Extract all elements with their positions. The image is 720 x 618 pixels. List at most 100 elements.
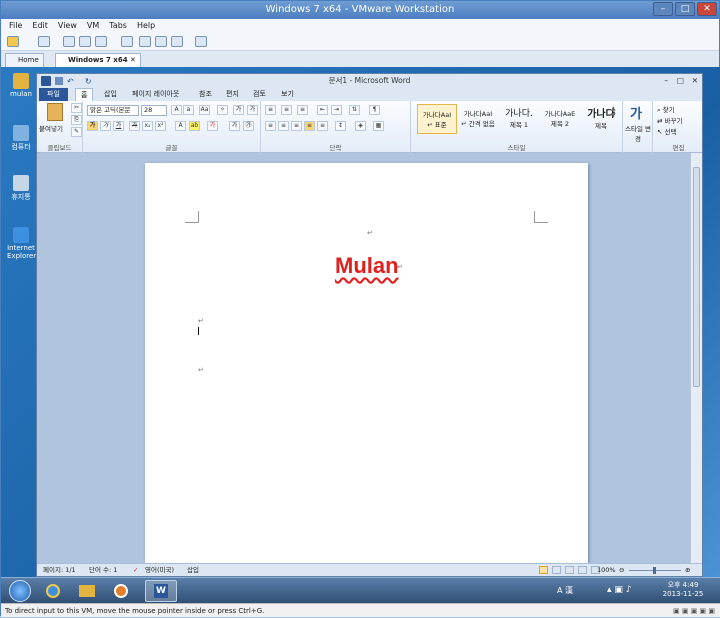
tab-review[interactable]: 검토: [248, 88, 271, 101]
menu-vm[interactable]: VM: [87, 19, 99, 33]
word-maximize-button[interactable]: □: [677, 74, 684, 88]
numbering-icon[interactable]: ≡: [281, 105, 292, 115]
tab-home-ribbon[interactable]: 홈: [75, 88, 94, 101]
tab-windows7[interactable]: Windows 7 x64 ✕: [55, 53, 141, 67]
thumbnail-bar-icon[interactable]: [195, 36, 207, 47]
show-library-icon[interactable]: [121, 36, 133, 47]
font-color-icon[interactable]: 가: [207, 121, 218, 131]
select-button[interactable]: ↖ 선택: [657, 126, 677, 136]
grow-font-icon[interactable]: A: [171, 105, 182, 115]
close-tab-icon[interactable]: ✕: [130, 56, 136, 64]
desktop-icon-mulan[interactable]: mulan: [7, 73, 35, 98]
cut-icon[interactable]: ✂: [71, 103, 82, 113]
clear-format-icon[interactable]: ✧: [217, 105, 228, 115]
tab-mailings[interactable]: 편지: [221, 88, 244, 101]
word-close-button[interactable]: ✕: [692, 74, 698, 88]
underline-icon[interactable]: 가: [113, 121, 124, 131]
highlight-icon[interactable]: ab: [189, 121, 200, 131]
taskbar-explorer[interactable]: [73, 581, 101, 601]
taskbar-media-player[interactable]: [107, 581, 135, 601]
taskbar-word[interactable]: W: [145, 580, 177, 602]
start-button[interactable]: [9, 580, 31, 602]
full-screen-reading-icon[interactable]: [552, 566, 561, 574]
proofing-icon[interactable]: ✓: [133, 564, 138, 577]
save-icon[interactable]: [55, 77, 63, 85]
send-ctrl-alt-del-icon[interactable]: [38, 36, 50, 47]
font-size-select[interactable]: 28: [141, 105, 167, 116]
menu-tabs[interactable]: Tabs: [109, 19, 127, 33]
borders-icon[interactable]: ▦: [373, 121, 384, 131]
format-painter-icon[interactable]: ✎: [71, 127, 82, 137]
tab-insert[interactable]: 삽입: [99, 88, 122, 101]
close-button[interactable]: ✕: [697, 2, 717, 16]
undo-icon[interactable]: ↶: [67, 75, 74, 89]
align-right-icon[interactable]: ≡: [291, 121, 302, 131]
replace-button[interactable]: ⇄ 바꾸기: [657, 115, 682, 125]
font-name-select[interactable]: 맑은 고딕(본문: [87, 105, 139, 116]
tab-home[interactable]: Home: [5, 53, 44, 67]
tab-file[interactable]: 파일: [39, 88, 68, 101]
find-button[interactable]: ⌕ 찾기: [657, 104, 675, 115]
language-indicator[interactable]: 영어(미국): [145, 564, 174, 577]
justify-icon[interactable]: ≡: [304, 121, 315, 131]
distribute-icon[interactable]: ≡: [317, 121, 328, 131]
web-layout-icon[interactable]: [565, 566, 574, 574]
page-count[interactable]: 페이지: 1/1: [43, 564, 76, 577]
subscript-icon[interactable]: x₂: [142, 121, 153, 131]
decrease-indent-icon[interactable]: ⇤: [317, 105, 328, 115]
char-shading-icon[interactable]: 가: [229, 121, 240, 131]
enclose-char-icon[interactable]: ㉮: [243, 121, 254, 131]
tray-icons[interactable]: ▴ ▣ ♪: [607, 585, 632, 595]
tab-view[interactable]: 보기: [276, 88, 299, 101]
menu-help[interactable]: Help: [137, 19, 155, 33]
phonetic-guide-icon[interactable]: 가: [233, 105, 244, 115]
shrink-font-icon[interactable]: a: [183, 105, 194, 115]
snapshot-manager-icon[interactable]: [95, 36, 107, 47]
vertical-scrollbar[interactable]: [690, 153, 702, 565]
bullets-icon[interactable]: ≡: [265, 105, 276, 115]
char-border-icon[interactable]: 가: [247, 105, 258, 115]
style-heading1[interactable]: 가나다. 제목 1: [499, 104, 539, 134]
outline-icon[interactable]: [578, 566, 587, 574]
word-app-icon[interactable]: [41, 76, 51, 86]
revert-snapshot-icon[interactable]: [79, 36, 91, 47]
unity-icon[interactable]: [155, 36, 167, 47]
paste-button[interactable]: 붙여넣기: [39, 123, 63, 133]
zoom-slider-thumb[interactable]: [653, 567, 656, 574]
paste-icon[interactable]: [47, 103, 63, 121]
maximize-button[interactable]: □: [675, 2, 695, 16]
console-view-icon[interactable]: [171, 36, 183, 47]
superscript-icon[interactable]: x²: [155, 121, 166, 131]
zoom-in-icon[interactable]: ⊕: [685, 564, 690, 577]
style-heading2[interactable]: 가나다AaE 제목 2: [540, 104, 580, 134]
power-icon[interactable]: [7, 36, 19, 47]
full-screen-icon[interactable]: [139, 36, 151, 47]
taskbar-ie[interactable]: [39, 581, 67, 601]
align-center-icon[interactable]: ≡: [278, 121, 289, 131]
redo-icon[interactable]: ↻: [85, 75, 92, 89]
align-left-icon[interactable]: ≡: [265, 121, 276, 131]
show-marks-icon[interactable]: ¶: [369, 105, 380, 115]
scrollbar-thumb[interactable]: [693, 167, 700, 387]
desktop-icon-recycle-bin[interactable]: 휴지통: [7, 175, 35, 202]
styles-scroll-icon[interactable]: ▲ ▼: [611, 105, 616, 119]
bold-icon[interactable]: 가: [87, 121, 98, 131]
minimize-button[interactable]: –: [653, 2, 673, 16]
word-count[interactable]: 단어 수: 1: [89, 564, 117, 577]
tab-page-layout[interactable]: 페이지 레이아웃: [127, 88, 184, 101]
line-spacing-icon[interactable]: ↕: [335, 121, 346, 131]
shading-icon[interactable]: ◈: [355, 121, 366, 131]
italic-icon[interactable]: 가: [100, 121, 111, 131]
print-layout-icon[interactable]: [539, 566, 548, 574]
copy-icon[interactable]: ⎘: [71, 115, 82, 125]
document-page[interactable]: ↵ Mulan ↵ ↵ ↵: [145, 163, 588, 563]
zoom-level[interactable]: 100%: [597, 564, 616, 577]
style-normal[interactable]: 가나다AaI ↵ 표준: [417, 104, 457, 134]
change-styles-group[interactable]: 가 스타일 변경: [623, 101, 653, 153]
change-case-icon[interactable]: Aa: [199, 105, 210, 115]
document-heading[interactable]: Mulan: [335, 253, 399, 279]
zoom-out-icon[interactable]: ⊖: [619, 564, 624, 577]
increase-indent-icon[interactable]: ⇥: [331, 105, 342, 115]
text-effects-icon[interactable]: A: [175, 121, 186, 131]
strikethrough-icon[interactable]: 가: [129, 121, 140, 131]
